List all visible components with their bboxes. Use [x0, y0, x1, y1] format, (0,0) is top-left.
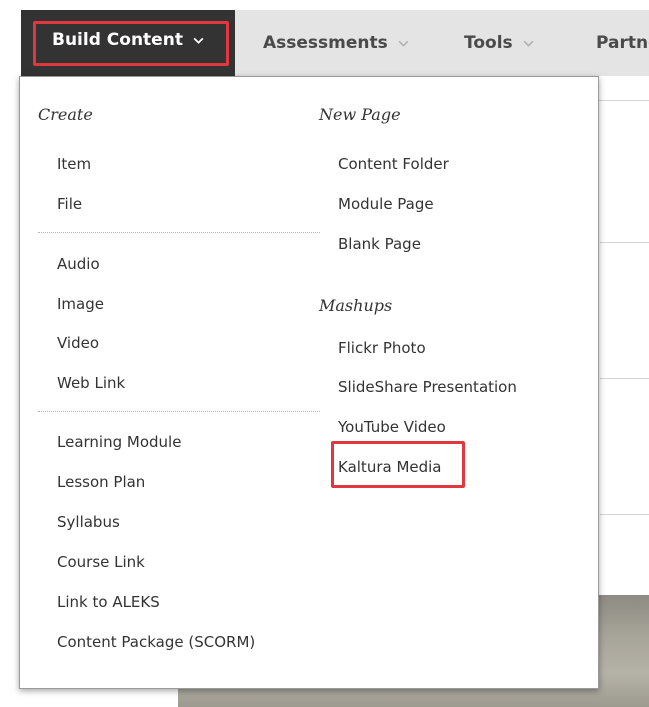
partner-tab[interactable]: Partne [596, 10, 649, 76]
menu-divider [38, 232, 320, 233]
menu-item-web-link[interactable]: Web Link [57, 374, 125, 392]
build-content-menu: Create Item File Audio Image Video Web L… [19, 76, 599, 689]
chevron-down-icon [523, 40, 534, 47]
menu-item-slideshare-presentation[interactable]: SlideShare Presentation [338, 378, 517, 396]
menu-item-module-page[interactable]: Module Page [338, 195, 434, 213]
course-toolbar: Build Content Assessments Tools Partne [21, 10, 649, 76]
menu-item-file[interactable]: File [57, 195, 82, 213]
menu-item-content-folder[interactable]: Content Folder [338, 155, 449, 173]
menu-item-audio[interactable]: Audio [57, 255, 100, 273]
menu-item-link-to-aleks[interactable]: Link to ALEKS [57, 593, 160, 611]
menu-item-youtube-video[interactable]: YouTube Video [338, 418, 446, 436]
menu-item-kaltura-media[interactable]: Kaltura Media [338, 458, 442, 476]
menu-item-learning-module[interactable]: Learning Module [57, 433, 181, 451]
content-divider [600, 242, 649, 243]
partner-label: Partne [596, 33, 649, 53]
new-page-heading: New Page [319, 105, 401, 124]
assessments-label: Assessments [263, 33, 388, 53]
menu-item-video[interactable]: Video [57, 334, 99, 352]
build-content-tab[interactable]: Build Content [21, 10, 235, 76]
content-divider [600, 514, 649, 515]
menu-item-content-package-scorm[interactable]: Content Package (SCORM) [57, 633, 255, 651]
build-content-label-group: Build Content [52, 30, 205, 50]
tools-tab[interactable]: Tools [464, 10, 535, 76]
content-divider [600, 378, 649, 379]
create-heading: Create [38, 105, 93, 124]
page: Build Content Assessments Tools Partne C… [0, 0, 649, 707]
menu-item-blank-page[interactable]: Blank Page [338, 235, 421, 253]
menu-divider [38, 411, 320, 412]
menu-item-item[interactable]: Item [57, 155, 91, 173]
menu-item-syllabus[interactable]: Syllabus [57, 513, 120, 531]
chevron-down-icon [193, 37, 204, 44]
assessments-tab[interactable]: Assessments [263, 10, 410, 76]
mashups-heading: Mashups [319, 296, 393, 315]
menu-item-flickr-photo[interactable]: Flickr Photo [338, 339, 426, 357]
build-content-label: Build Content [52, 30, 183, 50]
menu-item-lesson-plan[interactable]: Lesson Plan [57, 473, 145, 491]
tools-label: Tools [464, 33, 513, 53]
chevron-down-icon [398, 40, 409, 47]
menu-item-course-link[interactable]: Course Link [57, 553, 145, 571]
menu-item-image[interactable]: Image [57, 295, 104, 313]
